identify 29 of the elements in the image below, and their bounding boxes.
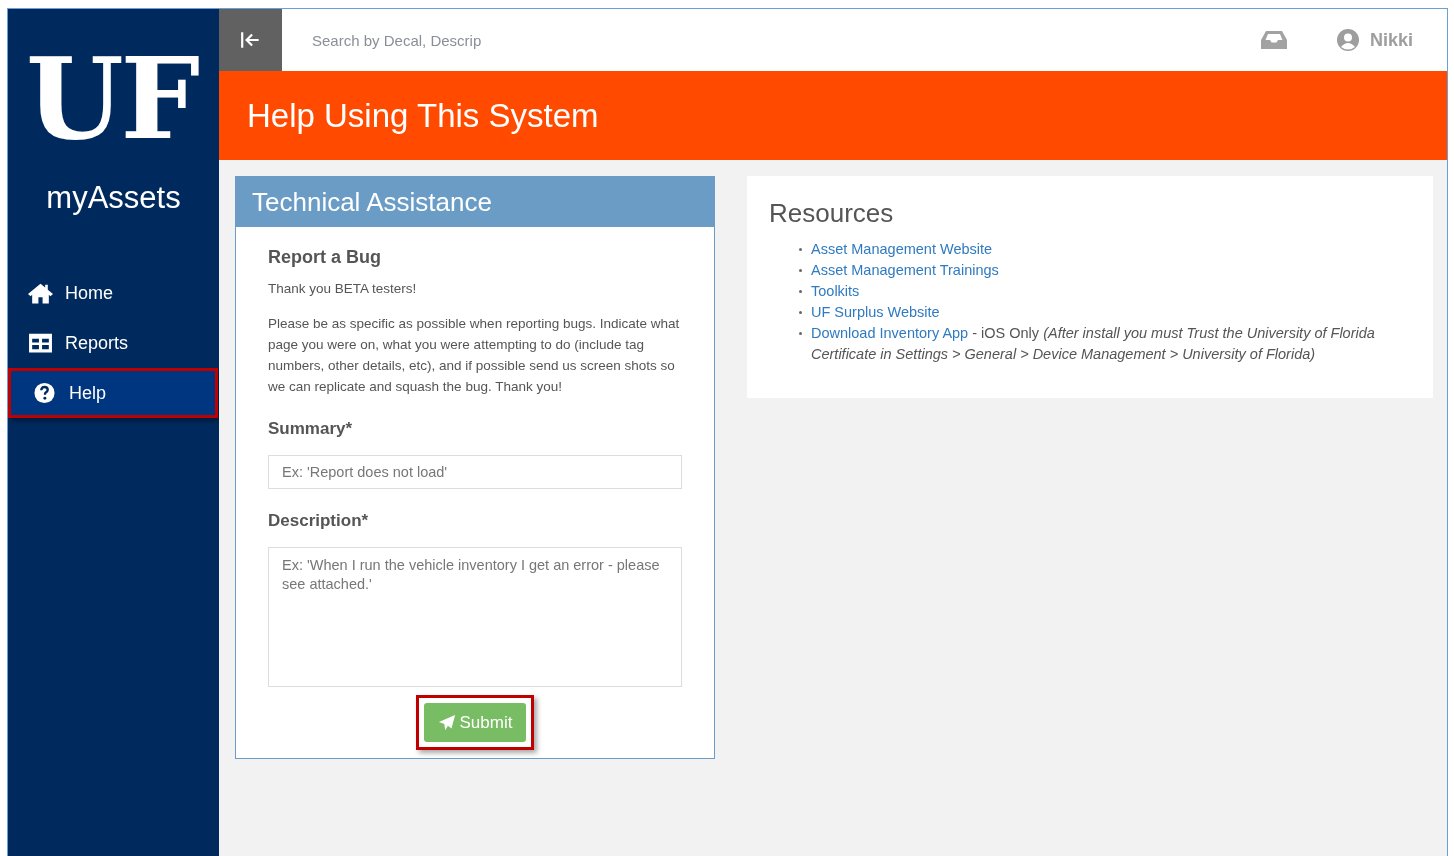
description-field[interactable]: Ex: 'When I run the vehicle inventory I get an error - please see attached.' (268, 547, 682, 687)
card-title: Resources (769, 198, 895, 229)
logo: UF (25, 37, 199, 161)
collapse-icon (239, 30, 262, 50)
table-icon (28, 332, 53, 355)
user-icon (1335, 28, 1360, 52)
nav-item[interactable]: Help (8, 368, 218, 419)
thanks-text: Thank you BETA testers! (268, 280, 418, 298)
send-icon (437, 713, 456, 732)
collapse-sidebar-button[interactable] (219, 9, 282, 71)
section-heading: Report a Bug (268, 247, 382, 268)
field-label: Summary* (268, 419, 354, 439)
resource-link[interactable]: Toolkits (811, 283, 860, 299)
summary-field[interactable]: Ex: 'Report does not load' (268, 455, 682, 489)
app-name: myAssets (46, 180, 181, 217)
inbox-icon[interactable] (1259, 30, 1288, 50)
page-title: Help Using This System (247, 96, 599, 135)
resource-link[interactable]: UF Surplus Website (811, 304, 940, 320)
resource-link[interactable]: Asset Management Trainings (811, 262, 999, 278)
user-menu[interactable]: Nikki (1335, 28, 1413, 52)
field-label: Description* (268, 511, 370, 531)
help-icon (32, 382, 57, 405)
nav-item[interactable]: Home (8, 268, 219, 319)
card-title: Technical Assistance (252, 186, 492, 218)
instructions-text: Please be as specific as possible when reporting bugs. Indicate what page you were on, what you were attempting to do (include tag numbers, other details, etc), and if possible send us screen shots so we can replicate and squash the bug. Thank you! (268, 315, 681, 396)
resource-link[interactable]: Asset Management Website (811, 241, 993, 257)
home-icon (28, 282, 53, 305)
nav-item[interactable]: Reports (8, 318, 219, 369)
resource-link[interactable]: Download Inventory App (811, 325, 969, 341)
